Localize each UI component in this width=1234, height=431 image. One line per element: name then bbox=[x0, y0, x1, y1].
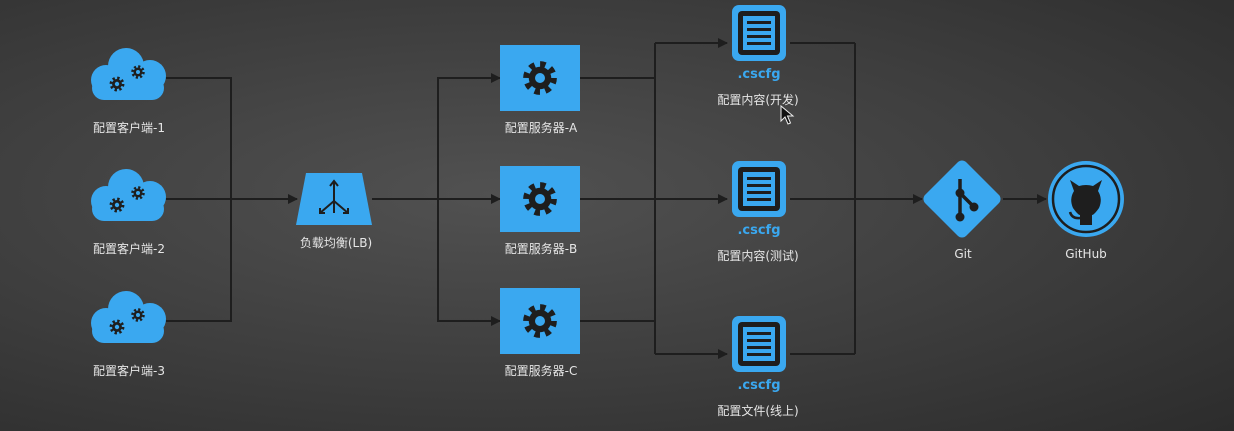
config-1-label: 配置内容(开发) bbox=[717, 93, 799, 107]
cloud-gears-icon bbox=[91, 48, 166, 100]
server-a-node bbox=[500, 45, 580, 111]
config-3-node: .cscfg bbox=[732, 316, 786, 393]
client-3-label: 配置客户端-3 bbox=[93, 364, 165, 378]
load-balancer-icon bbox=[296, 173, 372, 225]
github-node bbox=[1048, 161, 1124, 237]
client-3-node bbox=[91, 291, 166, 343]
client-2-node bbox=[91, 169, 166, 221]
client-1-label: 配置客户端-1 bbox=[93, 121, 165, 135]
config-3-ext: .cscfg bbox=[737, 378, 780, 393]
git-label: Git bbox=[954, 247, 972, 261]
document-icon bbox=[732, 316, 786, 372]
config-1-ext: .cscfg bbox=[737, 67, 780, 82]
cloud-gears-icon bbox=[91, 169, 166, 221]
git-icon bbox=[923, 160, 1001, 238]
git-node bbox=[923, 160, 1001, 238]
connectors bbox=[166, 38, 1047, 359]
architecture-diagram: .cscfg .cscfg .cscfg bbox=[91, 5, 1124, 393]
server-c-node bbox=[500, 288, 580, 354]
github-label: GitHub bbox=[1065, 247, 1107, 261]
server-c-label: 配置服务器-C bbox=[504, 364, 578, 378]
client-1-node bbox=[91, 48, 166, 100]
config-3-label: 配置文件(线上) bbox=[717, 404, 799, 418]
server-a-label: 配置服务器-A bbox=[504, 121, 578, 135]
mouse-cursor-icon bbox=[780, 104, 795, 125]
connector-client-1 bbox=[166, 77, 232, 199]
connector-client-3 bbox=[166, 199, 232, 322]
server-b-label: 配置服务器-B bbox=[504, 242, 578, 256]
connector-lb-server-c bbox=[437, 199, 501, 326]
connector-lb-server-a bbox=[437, 73, 501, 199]
client-2-label: 配置客户端-2 bbox=[93, 242, 165, 256]
document-icon bbox=[732, 5, 786, 61]
config-1-node: .cscfg bbox=[732, 5, 786, 82]
server-b-node bbox=[500, 166, 580, 232]
config-2-node: .cscfg bbox=[732, 161, 786, 238]
config-2-label: 配置内容(测试) bbox=[717, 249, 799, 263]
cloud-gears-icon bbox=[91, 291, 166, 343]
github-icon bbox=[1048, 161, 1124, 237]
load-balancer-node bbox=[296, 173, 372, 225]
load-balancer-label: 负载均衡(LB) bbox=[299, 236, 373, 250]
config-2-ext: .cscfg bbox=[737, 223, 780, 238]
document-icon bbox=[732, 161, 786, 217]
